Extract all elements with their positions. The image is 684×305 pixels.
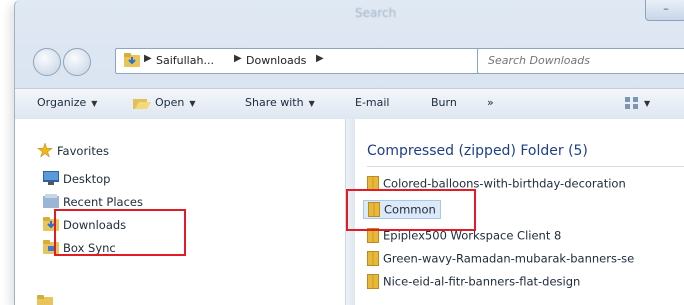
chevron-down-icon: ▼ — [91, 99, 98, 108]
open-folder-icon — [133, 99, 151, 109]
view-grid-icon — [625, 97, 638, 109]
explorer-window: Search – ▶ Saifullah... ▶ Downloads ▶ ▼ … — [14, 0, 684, 305]
breadcrumb-item-user[interactable]: Saifullah... — [156, 54, 214, 67]
zip-folder-icon — [367, 228, 379, 243]
group-divider — [367, 166, 684, 167]
search-box[interactable] — [477, 48, 684, 74]
sidebar-item-desktop[interactable]: Desktop — [63, 172, 110, 186]
favorites-star-icon — [37, 143, 53, 157]
favorites-header[interactable]: Favorites — [57, 144, 109, 158]
downloads-folder-icon — [43, 217, 59, 231]
file-name: Green-wavy-Ramadan-mubarak-banners-se — [383, 251, 635, 266]
file-name: Epiplex500 Workspace Client 8 — [383, 228, 562, 243]
back-button[interactable] — [33, 48, 61, 76]
zip-folder-icon — [367, 176, 379, 191]
minimize-button[interactable]: – — [645, 0, 684, 21]
file-name: Nice-eid-al-fitr-banners-flat-design — [383, 274, 581, 289]
navigation-pane: Favorites Desktop Recent Places Download… — [15, 119, 345, 305]
group-header[interactable]: Compressed (zipped) Folder (5) — [367, 143, 588, 159]
open-label: Open — [155, 96, 185, 109]
chevron-down-icon: ▼ — [189, 99, 196, 108]
organize-button[interactable]: Organize ▼ — [37, 96, 97, 109]
downloads-folder-icon — [124, 53, 140, 67]
share-with-button[interactable]: Share with ▼ — [245, 96, 315, 109]
title-bar: Search – — [15, 0, 684, 30]
burn-button[interactable]: Burn — [431, 96, 457, 109]
breadcrumb-separator-icon: ▶ — [144, 53, 152, 64]
zip-folder-icon — [368, 202, 380, 217]
chevron-down-icon: ▼ — [644, 99, 651, 108]
open-button[interactable]: Open ▼ — [133, 96, 196, 109]
address-row: ▶ Saifullah... ▶ Downloads ▶ ▼ ↻ — [15, 42, 684, 76]
email-button[interactable]: E-mail — [355, 96, 390, 109]
zip-folder-icon — [367, 274, 379, 289]
file-item[interactable]: Green-wavy-Ramadan-mubarak-banners-se — [367, 251, 634, 266]
sidebar-item-downloads[interactable]: Downloads — [63, 218, 126, 232]
search-input[interactable] — [488, 52, 684, 68]
organize-label: Organize — [37, 96, 87, 109]
breadcrumb-separator-icon: ▶ — [316, 53, 324, 64]
breadcrumb-separator-icon: ▶ — [234, 53, 242, 64]
chevron-down-icon: ▼ — [308, 99, 315, 108]
file-item[interactable]: Nice-eid-al-fitr-banners-flat-design — [367, 274, 580, 289]
file-name: Common — [384, 202, 436, 217]
recent-places-icon — [43, 194, 59, 208]
window-title: Search — [355, 6, 397, 20]
box-sync-folder-icon — [43, 240, 59, 254]
address-bar[interactable]: ▶ Saifullah... ▶ Downloads ▶ ▼ ↻ — [115, 48, 534, 74]
file-item[interactable]: Colored-balloons-with-birthday-decoratio… — [367, 176, 626, 191]
more-commands-button[interactable]: » — [487, 96, 494, 109]
file-item[interactable]: Epiplex500 Workspace Client 8 — [367, 228, 561, 243]
file-item-selected[interactable]: Common — [363, 200, 441, 219]
sidebar-item-box-sync[interactable]: Box Sync — [63, 241, 116, 255]
file-list: Compressed (zipped) Folder (5) Colored-b… — [355, 119, 684, 305]
command-bar: Organize ▼ Open ▼ Share with ▼ E-mail Burn … — [15, 88, 684, 120]
desktop-icon — [43, 171, 59, 185]
sidebar-item-recent-places[interactable]: Recent Places — [63, 195, 143, 209]
breadcrumb-item-downloads[interactable]: Downloads — [246, 54, 306, 67]
view-options-button[interactable]: ▼ — [625, 96, 650, 109]
libraries-folder-icon — [37, 295, 53, 305]
zip-folder-icon — [367, 251, 379, 266]
forward-button[interactable] — [63, 48, 91, 76]
file-name: Colored-balloons-with-birthday-decoratio… — [383, 176, 626, 191]
share-with-label: Share with — [245, 96, 304, 109]
